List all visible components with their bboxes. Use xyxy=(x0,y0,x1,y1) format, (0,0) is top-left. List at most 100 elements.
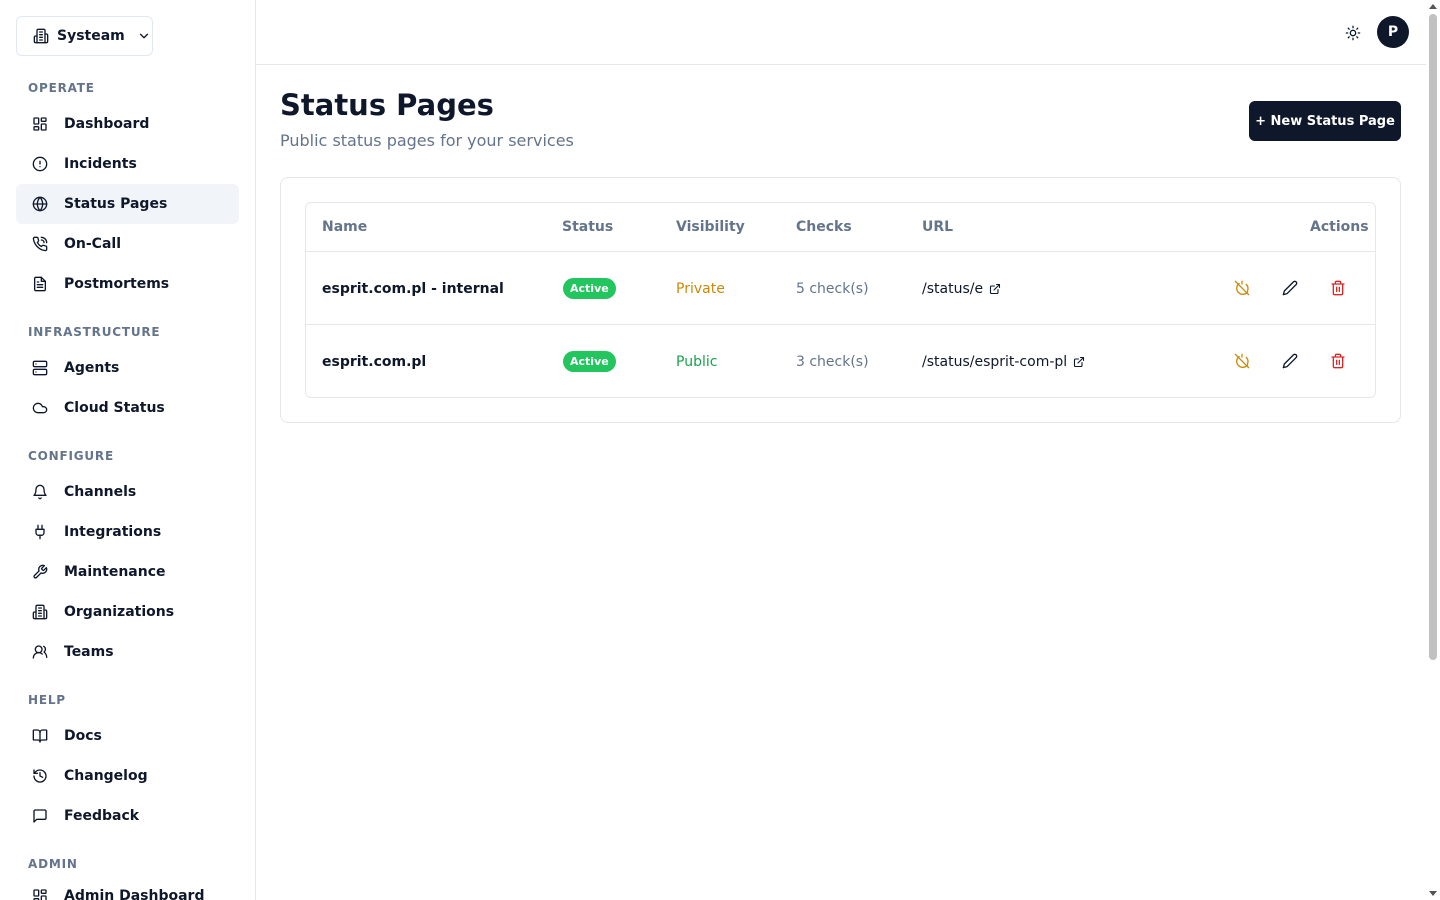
row-checks: 5 check(s) xyxy=(796,280,869,297)
power-off-icon xyxy=(1234,353,1250,369)
page-title: Status Pages xyxy=(280,88,494,122)
row-visibility: Public xyxy=(676,353,718,370)
sidebar-item-organizations[interactable]: Organizations xyxy=(16,592,239,632)
status-badge: Active xyxy=(563,278,616,299)
alert-circle-icon xyxy=(32,156,48,172)
sidebar-item-label: Teams xyxy=(64,644,114,660)
dashboard-icon xyxy=(33,889,47,900)
status-pages-card: Name Status Visibility Checks URL Action… xyxy=(280,177,1401,423)
scroll-up-arrow[interactable] xyxy=(1429,4,1437,9)
row-url-link[interactable]: /status/e xyxy=(922,252,1001,325)
plug-icon xyxy=(35,524,45,540)
page-subtitle: Public status pages for your services xyxy=(280,131,574,150)
table-row: esprit.com.pl Active Public 3 check(s) /… xyxy=(306,325,1375,397)
dashboard-icon xyxy=(33,117,47,131)
sidebar-item-label: Changelog xyxy=(64,768,148,784)
sun-icon xyxy=(1345,25,1361,41)
row-url: /status/e xyxy=(922,280,984,297)
sidebar-item-postmortems[interactable]: Postmortems xyxy=(16,264,239,304)
sidebar-item-cloud-status[interactable]: Cloud Status xyxy=(16,388,239,428)
status-pages-table: Name Status Visibility Checks URL Action… xyxy=(305,202,1376,398)
status-badge: Active xyxy=(563,351,616,372)
external-link-icon xyxy=(990,283,1001,294)
table-row: esprit.com.pl - internal Active Private … xyxy=(306,252,1375,325)
column-actions: Actions xyxy=(1310,219,1369,235)
column-name: Name xyxy=(322,219,368,235)
top-bar: P xyxy=(256,0,1426,65)
sidebar-item-label: Status Pages xyxy=(64,196,168,212)
sidebar-item-status-pages[interactable]: Status Pages xyxy=(16,184,239,224)
edit-button[interactable] xyxy=(1280,351,1300,371)
section-label-operate: OPERATE xyxy=(28,81,95,95)
sidebar-item-label: Organizations xyxy=(64,604,175,620)
section-label-admin: ADMIN xyxy=(28,857,78,871)
column-url: URL xyxy=(922,219,954,235)
sidebar-item-integrations[interactable]: Integrations xyxy=(16,512,239,552)
sidebar-item-on-call[interactable]: On-Call xyxy=(16,224,239,264)
sidebar-item-label: Integrations xyxy=(64,524,162,540)
phone-icon xyxy=(32,236,48,252)
sidebar-item-maintenance[interactable]: Maintenance xyxy=(16,552,239,592)
table-header: Name Status Visibility Checks URL Action… xyxy=(306,203,1375,252)
sidebar-item-feedback[interactable]: Feedback xyxy=(16,796,239,836)
section-label-help: HELP xyxy=(28,693,66,707)
bell-icon xyxy=(33,484,47,500)
sidebar-item-label: Channels xyxy=(64,484,137,500)
edit-button[interactable] xyxy=(1280,278,1300,298)
sidebar-item-label: Postmortems xyxy=(64,276,170,292)
org-name: Systeam xyxy=(57,28,125,44)
trash-icon xyxy=(1331,353,1345,369)
sidebar: Systeam OPERATE Dashboard Incidents Stat… xyxy=(0,0,256,900)
disable-button[interactable] xyxy=(1232,351,1252,371)
avatar[interactable]: P xyxy=(1377,16,1409,48)
row-name: esprit.com.pl - internal xyxy=(322,280,504,297)
org-switcher[interactable]: Systeam xyxy=(16,16,153,56)
row-url-link[interactable]: /status/esprit-com-pl xyxy=(922,325,1085,397)
column-status: Status xyxy=(562,219,614,235)
scroll-down-arrow[interactable] xyxy=(1429,891,1437,896)
row-name: esprit.com.pl xyxy=(322,353,427,370)
wrench-icon xyxy=(33,564,48,579)
pencil-icon xyxy=(1282,280,1298,296)
sidebar-item-channels[interactable]: Channels xyxy=(16,472,239,512)
sidebar-item-label: Maintenance xyxy=(64,564,166,580)
globe-icon xyxy=(32,196,48,212)
book-icon xyxy=(32,729,48,743)
sidebar-item-agents[interactable]: Agents xyxy=(16,348,239,388)
sidebar-item-label: Cloud Status xyxy=(64,400,165,416)
building-icon xyxy=(33,28,49,44)
sidebar-item-docs[interactable]: Docs xyxy=(16,716,239,756)
sidebar-item-changelog[interactable]: Changelog xyxy=(16,756,239,796)
theme-toggle-button[interactable] xyxy=(1342,22,1364,44)
sidebar-item-teams[interactable]: Teams xyxy=(16,632,239,672)
sidebar-item-label: Docs xyxy=(64,728,102,744)
row-visibility: Private xyxy=(676,280,725,297)
sidebar-item-label: Incidents xyxy=(64,156,137,172)
scrollbar-thumb[interactable] xyxy=(1429,14,1437,660)
cloud-icon xyxy=(32,402,48,414)
pencil-icon xyxy=(1282,353,1298,369)
power-off-icon xyxy=(1234,280,1250,296)
delete-button[interactable] xyxy=(1328,278,1348,298)
row-url: /status/esprit-com-pl xyxy=(922,353,1068,370)
row-checks: 3 check(s) xyxy=(796,353,869,370)
new-status-page-button[interactable]: + New Status Page xyxy=(1249,101,1401,141)
section-label-configure: CONFIGURE xyxy=(28,449,114,463)
delete-button[interactable] xyxy=(1328,351,1348,371)
sidebar-item-label: Dashboard xyxy=(64,116,150,132)
disable-button[interactable] xyxy=(1232,278,1252,298)
sidebar-item-label: Feedback xyxy=(64,808,140,824)
sidebar-item-label: Admin Dashboard xyxy=(64,888,205,900)
sidebar-item-admin-dashboard[interactable]: Admin Dashboard xyxy=(16,876,239,900)
history-icon xyxy=(33,769,47,783)
column-visibility: Visibility xyxy=(676,219,745,235)
sidebar-item-label: Agents xyxy=(64,360,120,376)
section-label-infrastructure: INFRASTRUCTURE xyxy=(28,325,161,339)
file-text-icon xyxy=(34,276,46,292)
external-link-icon xyxy=(1074,356,1085,367)
sidebar-item-label: On-Call xyxy=(64,236,121,252)
sidebar-item-dashboard[interactable]: Dashboard xyxy=(16,104,239,144)
page-scrollbar[interactable] xyxy=(1426,0,1440,900)
sidebar-item-incidents[interactable]: Incidents xyxy=(16,144,239,184)
building-icon xyxy=(32,604,48,620)
